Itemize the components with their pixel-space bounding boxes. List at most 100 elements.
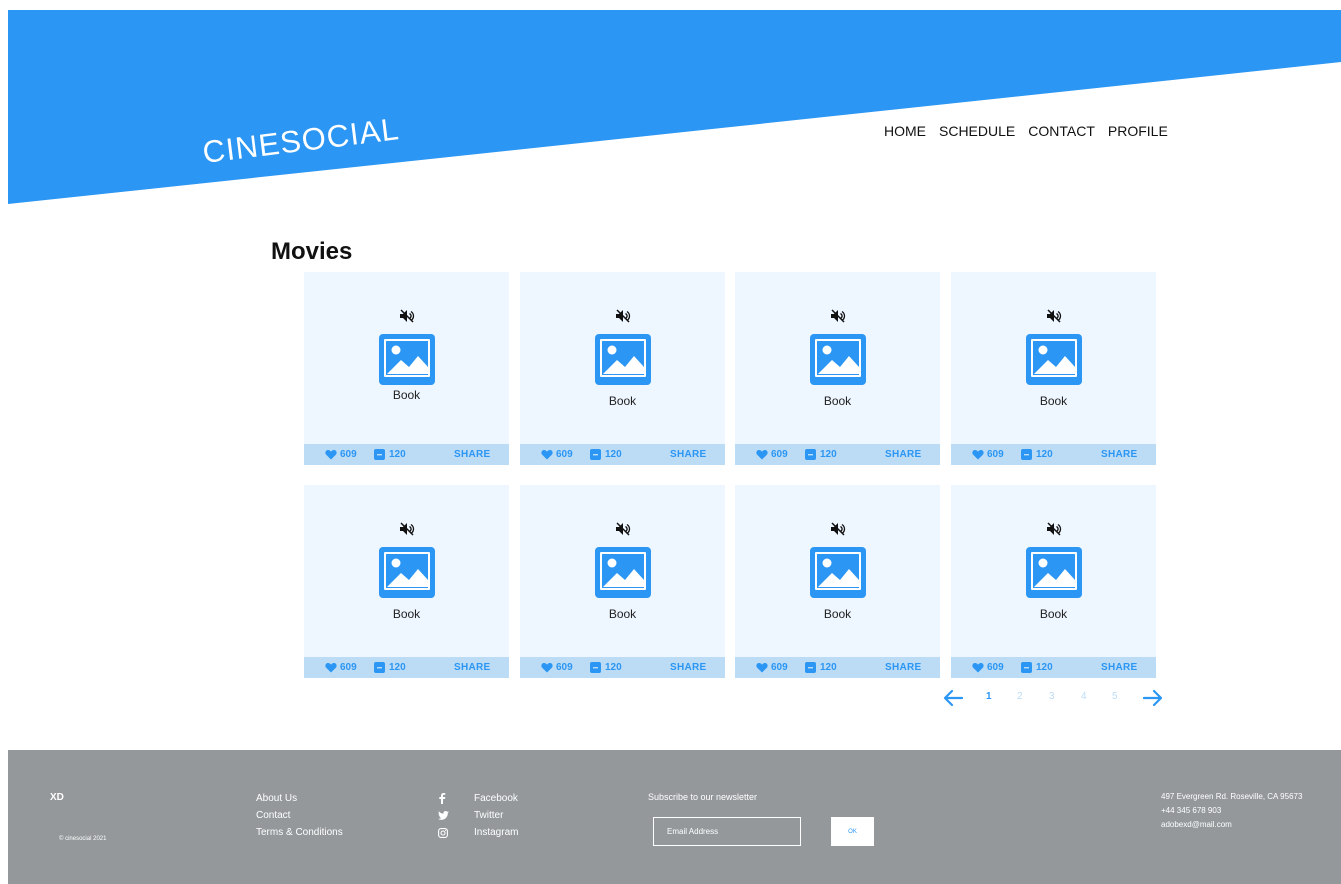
movie-card[interactable]: Book 609 120 SHARE bbox=[520, 485, 725, 678]
nav-profile[interactable]: PROFILE bbox=[1108, 123, 1168, 139]
comment-count: 120 bbox=[389, 449, 406, 460]
book-link[interactable]: Book bbox=[304, 388, 509, 402]
footer-email[interactable]: adobexd@mail.com bbox=[1161, 818, 1302, 832]
like-button[interactable]: 609 bbox=[972, 662, 1004, 673]
social-facebook[interactable]: Facebook bbox=[438, 790, 518, 807]
book-link[interactable]: Book bbox=[304, 607, 509, 621]
mute-icon[interactable] bbox=[615, 309, 631, 323]
nav-home[interactable]: HOME bbox=[884, 123, 926, 139]
share-button[interactable]: SHARE bbox=[1101, 449, 1138, 460]
mute-icon[interactable] bbox=[1046, 522, 1062, 536]
heart-icon bbox=[325, 663, 337, 673]
nav-contact[interactable]: CONTACT bbox=[1028, 123, 1095, 139]
comment-icon bbox=[590, 449, 601, 460]
movie-card[interactable]: Book 609 120 SHARE bbox=[735, 485, 940, 678]
mute-icon[interactable] bbox=[399, 309, 415, 323]
mute-icon[interactable] bbox=[1046, 309, 1062, 323]
comment-icon bbox=[374, 449, 385, 460]
page-4[interactable]: 4 bbox=[1081, 691, 1087, 702]
like-count: 609 bbox=[987, 662, 1004, 673]
share-button[interactable]: SHARE bbox=[885, 662, 922, 673]
main-nav: HOME SCHEDULE CONTACT PROFILE bbox=[884, 123, 1168, 139]
social-twitter-label: Twitter bbox=[474, 810, 504, 821]
page-5[interactable]: 5 bbox=[1112, 691, 1118, 702]
heart-icon bbox=[541, 450, 553, 460]
footer-link-terms[interactable]: Terms & Conditions bbox=[256, 824, 343, 841]
page-2[interactable]: 2 bbox=[1017, 691, 1023, 702]
card-actions: 609 120 SHARE bbox=[951, 444, 1156, 465]
share-button[interactable]: SHARE bbox=[670, 662, 707, 673]
image-placeholder-icon bbox=[1026, 334, 1082, 385]
comment-button[interactable]: 120 bbox=[1021, 662, 1053, 673]
pagination: 1 2 3 4 5 bbox=[943, 687, 1165, 711]
social-facebook-label: Facebook bbox=[474, 793, 518, 804]
movie-card[interactable]: Book 609 120 SHARE bbox=[304, 272, 509, 465]
comment-count: 120 bbox=[820, 662, 837, 673]
mute-icon[interactable] bbox=[615, 522, 631, 536]
page: CINESOCIAL HOME SCHEDULE CONTACT PROFILE… bbox=[8, 10, 1341, 884]
comment-button[interactable]: 120 bbox=[805, 449, 837, 460]
comment-button[interactable]: 120 bbox=[374, 662, 406, 673]
comment-button[interactable]: 120 bbox=[805, 662, 837, 673]
footer-contact-info: 497 Evergreen Rd. Roseville, CA 95673 +4… bbox=[1161, 790, 1302, 832]
share-button[interactable]: SHARE bbox=[1101, 662, 1138, 673]
comment-count: 120 bbox=[605, 662, 622, 673]
like-button[interactable]: 609 bbox=[972, 449, 1004, 460]
book-link[interactable]: Book bbox=[520, 607, 725, 621]
comment-button[interactable]: 120 bbox=[590, 662, 622, 673]
comment-icon bbox=[590, 662, 601, 673]
instagram-icon bbox=[438, 827, 474, 838]
mute-icon[interactable] bbox=[830, 522, 846, 536]
comment-button[interactable]: 120 bbox=[1021, 449, 1053, 460]
card-actions: 609 120 SHARE bbox=[951, 657, 1156, 678]
newsletter-ok-button[interactable]: OK bbox=[831, 817, 874, 846]
page-3[interactable]: 3 bbox=[1049, 691, 1055, 702]
image-placeholder-icon bbox=[1026, 547, 1082, 598]
header-band bbox=[8, 10, 1341, 204]
like-button[interactable]: 609 bbox=[541, 449, 573, 460]
comment-button[interactable]: 120 bbox=[590, 449, 622, 460]
footer-link-about[interactable]: About Us bbox=[256, 790, 343, 807]
movie-card[interactable]: Book 609 120 SHARE bbox=[304, 485, 509, 678]
share-button[interactable]: SHARE bbox=[454, 449, 491, 460]
movie-card[interactable]: Book 609 120 SHARE bbox=[951, 485, 1156, 678]
like-count: 609 bbox=[987, 449, 1004, 460]
page-1[interactable]: 1 bbox=[986, 691, 992, 702]
footer-logo: XD bbox=[50, 792, 64, 803]
share-button[interactable]: SHARE bbox=[885, 449, 922, 460]
like-button[interactable]: 609 bbox=[325, 662, 357, 673]
comment-button[interactable]: 120 bbox=[374, 449, 406, 460]
social-twitter[interactable]: Twitter bbox=[438, 807, 518, 824]
heart-icon bbox=[541, 663, 553, 673]
social-instagram[interactable]: Instagram bbox=[438, 824, 518, 841]
footer: XD © cinesocial 2021 About Us Contact Te… bbox=[8, 750, 1341, 884]
book-link[interactable]: Book bbox=[735, 394, 940, 408]
nav-schedule[interactable]: SCHEDULE bbox=[939, 123, 1015, 139]
mute-icon[interactable] bbox=[830, 309, 846, 323]
like-count: 609 bbox=[771, 662, 788, 673]
heart-icon bbox=[756, 450, 768, 460]
book-link[interactable]: Book bbox=[735, 607, 940, 621]
footer-address: 497 Evergreen Rd. Roseville, CA 95673 bbox=[1161, 792, 1303, 801]
like-button[interactable]: 609 bbox=[325, 449, 357, 460]
card-actions: 609 120 SHARE bbox=[735, 657, 940, 678]
mute-icon[interactable] bbox=[399, 522, 415, 536]
share-button[interactable]: SHARE bbox=[454, 662, 491, 673]
book-link[interactable]: Book bbox=[951, 394, 1156, 408]
book-link[interactable]: Book bbox=[520, 394, 725, 408]
newsletter-email-input[interactable] bbox=[653, 817, 801, 846]
movie-card[interactable]: Book 609 120 SHARE bbox=[951, 272, 1156, 465]
facebook-icon bbox=[438, 793, 474, 804]
like-button[interactable]: 609 bbox=[756, 662, 788, 673]
card-actions: 609 120 SHARE bbox=[520, 657, 725, 678]
footer-link-contact[interactable]: Contact bbox=[256, 807, 343, 824]
like-button[interactable]: 609 bbox=[756, 449, 788, 460]
movie-card[interactable]: Book 609 120 SHARE bbox=[735, 272, 940, 465]
arrow-right-icon[interactable] bbox=[1143, 689, 1163, 707]
share-button[interactable]: SHARE bbox=[670, 449, 707, 460]
arrow-left-icon[interactable] bbox=[943, 689, 963, 707]
like-button[interactable]: 609 bbox=[541, 662, 573, 673]
movie-card[interactable]: Book 609 120 SHARE bbox=[520, 272, 725, 465]
like-count: 609 bbox=[556, 662, 573, 673]
book-link[interactable]: Book bbox=[951, 607, 1156, 621]
